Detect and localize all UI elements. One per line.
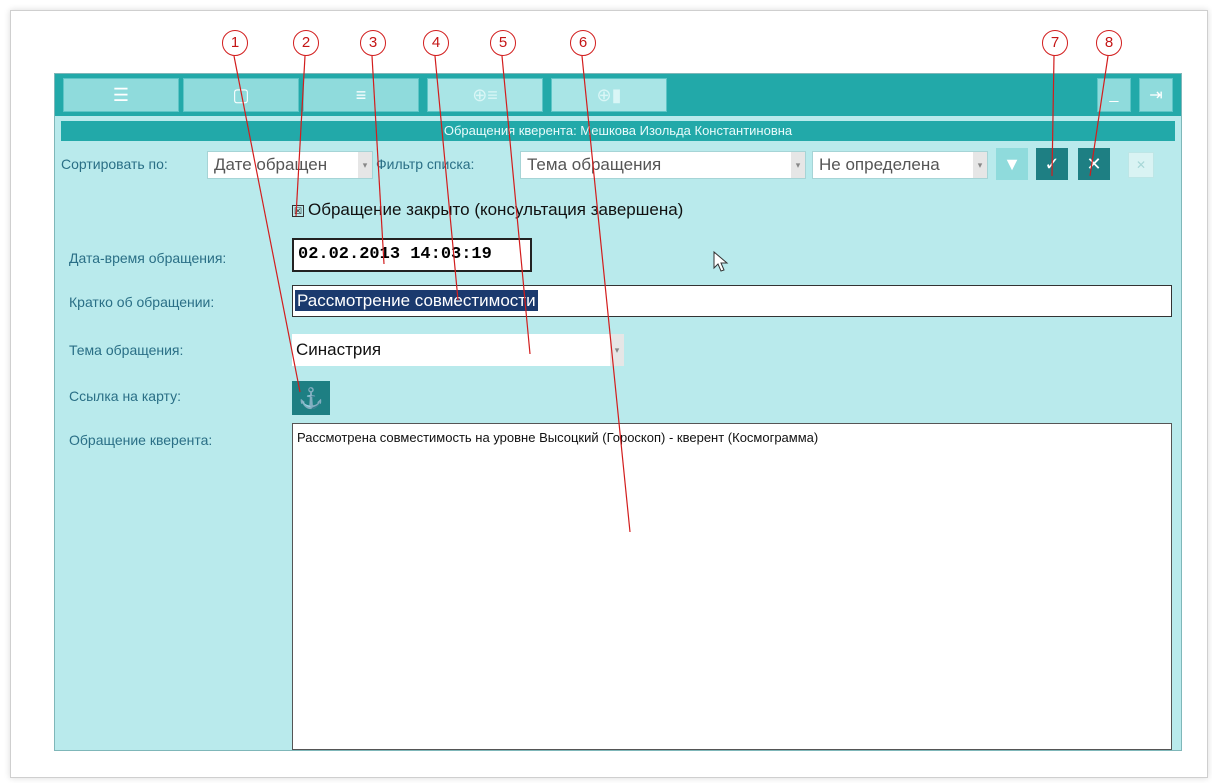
callout-8: 8	[1096, 30, 1122, 56]
callout-7: 7	[1042, 30, 1068, 56]
callout-5: 5	[490, 30, 516, 56]
callout-1: 1	[222, 30, 248, 56]
callout-2: 2	[293, 30, 319, 56]
callout-6: 6	[570, 30, 596, 56]
callout-3: 3	[360, 30, 386, 56]
callout-4: 4	[423, 30, 449, 56]
callout-lines	[233, 55, 1109, 533]
